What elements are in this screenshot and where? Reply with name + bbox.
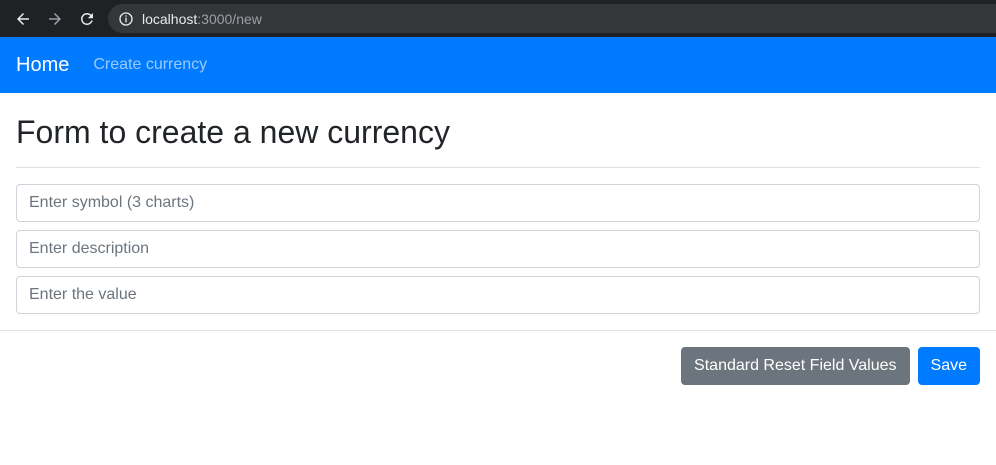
value-input[interactable] bbox=[16, 276, 980, 314]
save-button[interactable]: Save bbox=[917, 347, 980, 385]
back-arrow-icon[interactable] bbox=[12, 8, 34, 30]
browser-toolbar: localhost:3000/new bbox=[0, 0, 996, 37]
page-title: Form to create a new currency bbox=[16, 114, 450, 150]
top-navbar: Home Create currency bbox=[0, 37, 996, 93]
divider-top bbox=[16, 167, 980, 168]
reset-fields-button[interactable]: Standard Reset Field Values bbox=[681, 347, 910, 385]
form-actions: Standard Reset Field Values Save bbox=[0, 331, 996, 385]
address-bar[interactable]: localhost:3000/new bbox=[108, 4, 996, 33]
info-icon[interactable] bbox=[118, 11, 134, 27]
symbol-input[interactable] bbox=[16, 184, 980, 222]
navbar-brand-home[interactable]: Home bbox=[16, 54, 69, 77]
nav-link-create-currency[interactable]: Create currency bbox=[93, 56, 207, 74]
reload-icon[interactable] bbox=[76, 8, 98, 30]
main-content: Form to create a new currency bbox=[0, 113, 996, 314]
description-input[interactable] bbox=[16, 230, 980, 268]
url-host: localhost bbox=[142, 10, 198, 27]
url-path: :3000/new bbox=[197, 10, 262, 27]
forward-arrow-icon[interactable] bbox=[44, 8, 66, 30]
